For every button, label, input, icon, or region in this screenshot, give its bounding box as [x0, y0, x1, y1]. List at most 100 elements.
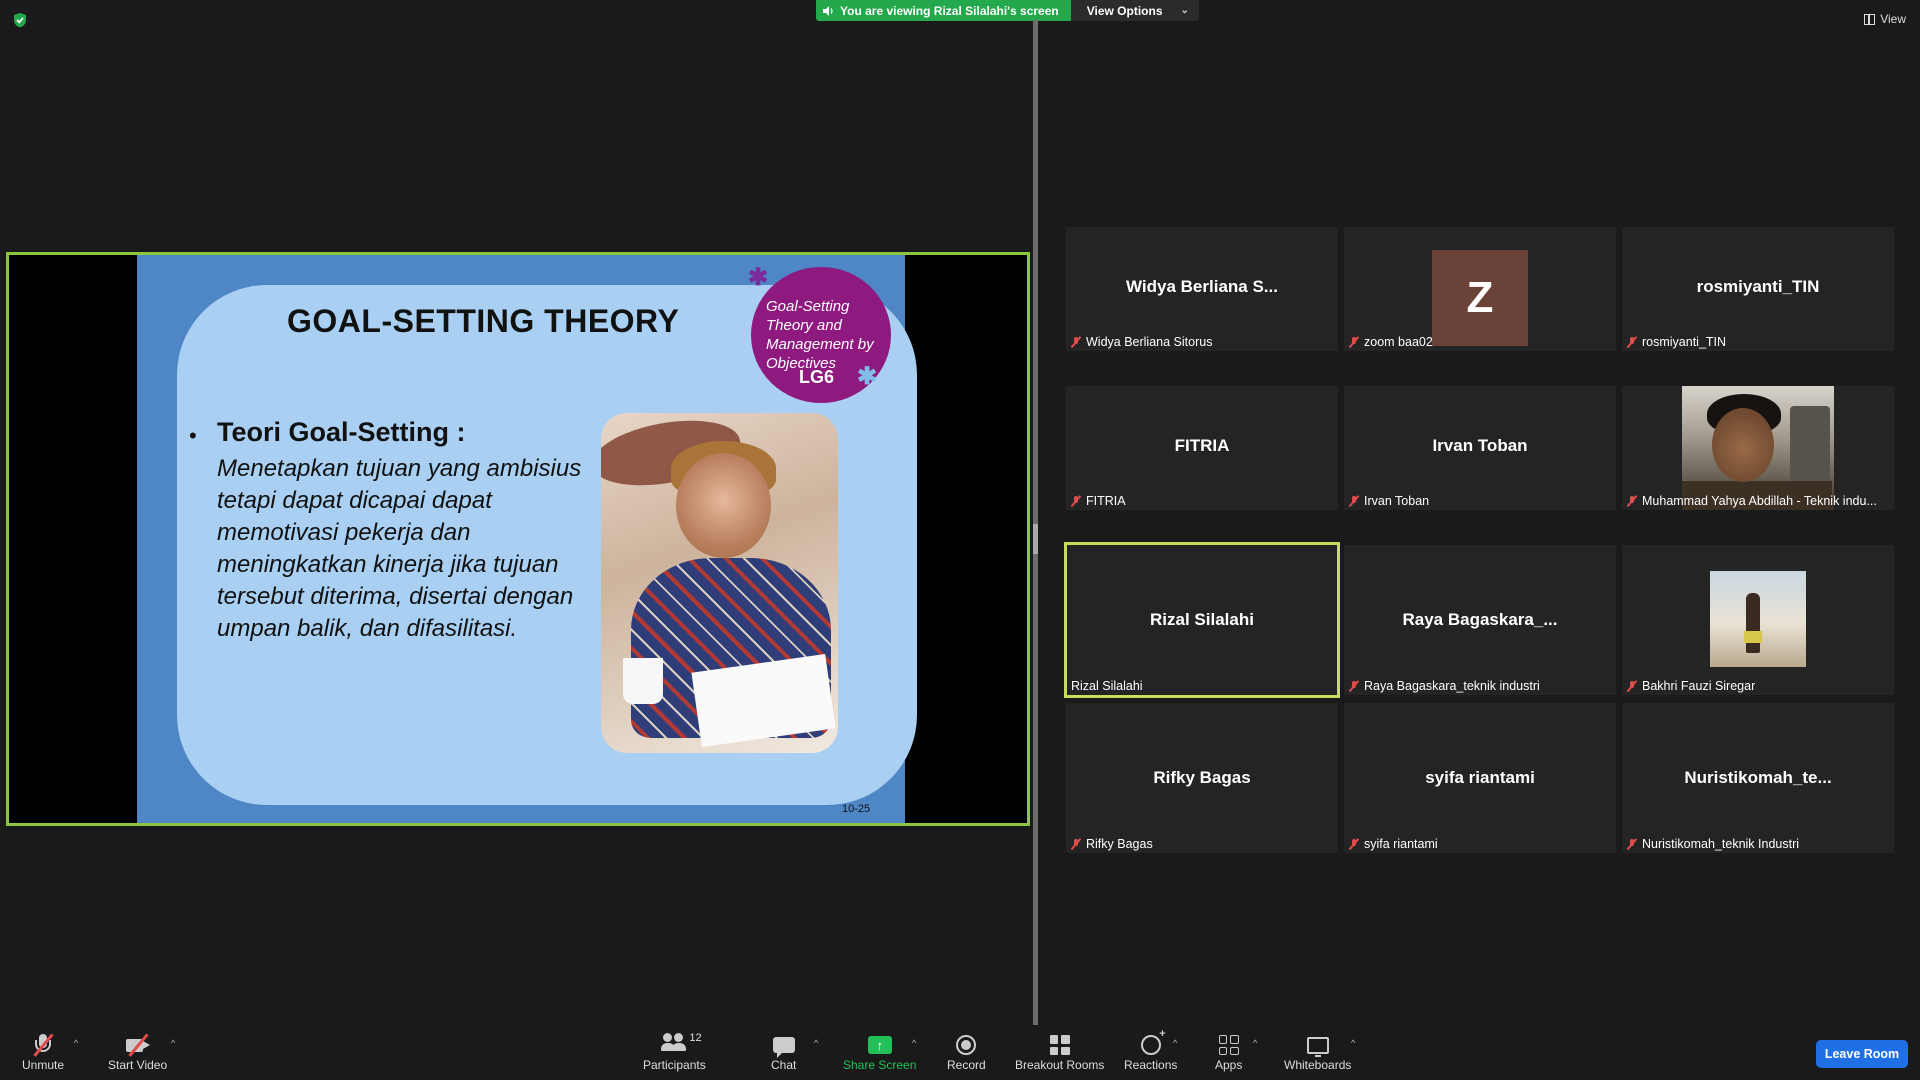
security-shield-icon[interactable] [12, 12, 28, 28]
view-options-button[interactable]: View Options ⌄ [1070, 0, 1199, 21]
chat-label: Chat [771, 1058, 797, 1072]
participant-tile[interactable]: Raya Bagaskara_... Raya Bagaskara_teknik… [1344, 545, 1616, 695]
participant-display-name: rosmiyanti_TIN [1696, 277, 1820, 296]
participant-display-name: Rifky Bagas [1153, 768, 1251, 787]
reactions-button[interactable]: Reactions [1124, 1028, 1178, 1072]
participant-display-name: syifa riantami [1425, 768, 1535, 787]
whiteboards-label: Whiteboards [1284, 1058, 1352, 1072]
mic-muted-icon [1626, 680, 1638, 692]
zoom-meeting-window: You are viewing Rizal Silalahi's screen … [0, 0, 1920, 1080]
breakout-rooms-icon [1049, 1032, 1070, 1058]
mic-muted-icon [1070, 838, 1082, 850]
participants-label: Participants [643, 1058, 706, 1072]
slide-title: GOAL-SETTING THEORY [287, 303, 680, 339]
participants-icon: 12 [661, 1032, 702, 1058]
share-screen-label: Share Screen [843, 1058, 917, 1072]
unmute-label: Unmute [22, 1058, 65, 1072]
leave-room-button[interactable]: Leave Room [1816, 1040, 1908, 1068]
viewing-text: You are viewing Rizal Silalahi's screen [840, 3, 1059, 18]
slide-objective-code: LG6 [799, 367, 835, 387]
participant-tile[interactable]: FITRIA FITRIA [1066, 386, 1338, 510]
mic-muted-icon [1348, 495, 1360, 507]
participant-tile[interactable]: Muhammad Yahya Abdillah - Teknik indu... [1622, 386, 1894, 510]
participant-tile[interactable]: Nuristikomah_te... Nuristikomah_teknik I… [1622, 703, 1894, 853]
participant-name-label: Widya Berliana Sitorus [1070, 335, 1212, 349]
divider-drag-handle[interactable] [1033, 524, 1038, 554]
participant-name-label: rosmiyanti_TIN [1626, 335, 1726, 349]
participant-count: 12 [689, 1032, 702, 1044]
start-video-button[interactable]: Start Video [108, 1032, 167, 1072]
mic-muted-icon [1348, 680, 1360, 692]
whiteboards-button[interactable]: Whiteboards [1284, 1032, 1351, 1072]
breakout-rooms-button[interactable]: Breakout Rooms [1015, 1032, 1104, 1072]
apps-icon [1218, 1032, 1239, 1058]
view-button-label: View [1880, 12, 1906, 26]
slide-bullet-body: Menetapkan tujuan yang ambisius tetapi d… [217, 455, 582, 642]
view-button[interactable]: View [1864, 12, 1906, 26]
record-button[interactable]: Record [947, 1032, 986, 1072]
apps-button[interactable]: Apps [1215, 1032, 1242, 1072]
participant-name-label: Rizal Silalahi [1071, 679, 1143, 693]
mic-muted-icon [1070, 495, 1082, 507]
mic-muted-icon [1626, 838, 1638, 850]
participant-display-name: Nuristikomah_te... [1684, 768, 1832, 787]
participant-tile[interactable]: syifa riantami syifa riantami [1344, 703, 1616, 853]
apps-label: Apps [1215, 1058, 1243, 1072]
record-icon [956, 1032, 977, 1058]
audio-options-caret[interactable]: ^ [74, 1038, 78, 1048]
apps-options-caret[interactable]: ^ [1253, 1038, 1257, 1048]
avatar: Z [1432, 250, 1528, 346]
chat-button[interactable]: Chat [771, 1032, 796, 1072]
record-label: Record [947, 1058, 986, 1072]
participant-display-name: FITRIA [1174, 436, 1230, 455]
slide-number: 10-25 [842, 803, 871, 815]
participant-tile[interactable]: Irvan Toban Irvan Toban [1344, 386, 1616, 510]
reactions-label: Reactions [1124, 1058, 1178, 1072]
slide-photo [601, 413, 838, 753]
reactions-icon [1140, 1028, 1166, 1058]
mic-muted-icon [1348, 838, 1360, 850]
share-screen-icon: ↑ [867, 1032, 892, 1058]
participant-name-label: Nuristikomah_teknik Industri [1626, 837, 1799, 851]
participant-tile[interactable]: Rifky Bagas Rifky Bagas [1066, 703, 1338, 853]
participant-tile[interactable]: Bakhri Fauzi Siregar [1622, 545, 1894, 695]
start-video-label: Start Video [108, 1058, 168, 1072]
share-screen-button[interactable]: ↑ Share Screen [843, 1032, 916, 1072]
meeting-toolbar: Unmute ^ Start Video ^ 12 Participants C… [0, 1028, 1920, 1080]
participant-name-label: Irvan Toban [1348, 494, 1429, 508]
breakout-rooms-label: Breakout Rooms [1015, 1058, 1105, 1072]
participants-button[interactable]: 12 Participants [643, 1032, 706, 1072]
participant-name-label: Raya Bagaskara_teknik industri [1348, 679, 1540, 693]
camera-off-icon [124, 1032, 152, 1058]
unmute-button[interactable]: Unmute [22, 1032, 64, 1072]
mic-muted-icon [1626, 336, 1638, 348]
participant-name-label: Rifky Bagas [1070, 837, 1153, 851]
participant-tile-active-speaker[interactable]: Rizal Silalahi Rizal Silalahi [1064, 542, 1340, 698]
participant-name-label: Bakhri Fauzi Siregar [1626, 679, 1755, 693]
participant-tile[interactable]: rosmiyanti_TIN rosmiyanti_TIN [1622, 227, 1894, 351]
participant-video [1682, 386, 1834, 510]
participant-display-name: Widya Berliana S... [1126, 277, 1278, 296]
mic-muted-icon [1070, 336, 1082, 348]
mic-muted-icon [1348, 336, 1360, 348]
bullet-icon: • [189, 423, 197, 448]
participant-tile[interactable]: Z zoom baa02 [1344, 227, 1616, 351]
participant-display-name: Raya Bagaskara_... [1402, 610, 1558, 629]
participant-name-label: syifa riantami [1348, 837, 1438, 851]
whiteboard-icon [1306, 1032, 1329, 1058]
shared-screen[interactable]: GOAL-SETTING THEORY Goal-Setting Theory … [6, 252, 1030, 826]
video-options-caret[interactable]: ^ [171, 1038, 175, 1048]
whiteboards-options-caret[interactable]: ^ [1351, 1038, 1355, 1048]
slide-bullet-heading: Teori Goal-Setting : [217, 417, 466, 447]
split-divider[interactable] [1033, 20, 1038, 1025]
reactions-options-caret[interactable]: ^ [1173, 1038, 1177, 1048]
asterisk-icon: ✱ [748, 264, 769, 291]
chat-options-caret[interactable]: ^ [814, 1038, 818, 1048]
participant-tile[interactable]: Widya Berliana S... Widya Berliana Sitor… [1066, 227, 1338, 351]
chevron-down-icon: ⌄ [1180, 5, 1189, 16]
screen-share-banner: You are viewing Rizal Silalahi's screen … [816, 0, 1199, 21]
share-options-caret[interactable]: ^ [912, 1038, 916, 1048]
view-layout-icon [1864, 13, 1876, 25]
participant-name-label: FITRIA [1070, 494, 1126, 508]
participant-name-label: Muhammad Yahya Abdillah - Teknik indu... [1626, 494, 1877, 508]
